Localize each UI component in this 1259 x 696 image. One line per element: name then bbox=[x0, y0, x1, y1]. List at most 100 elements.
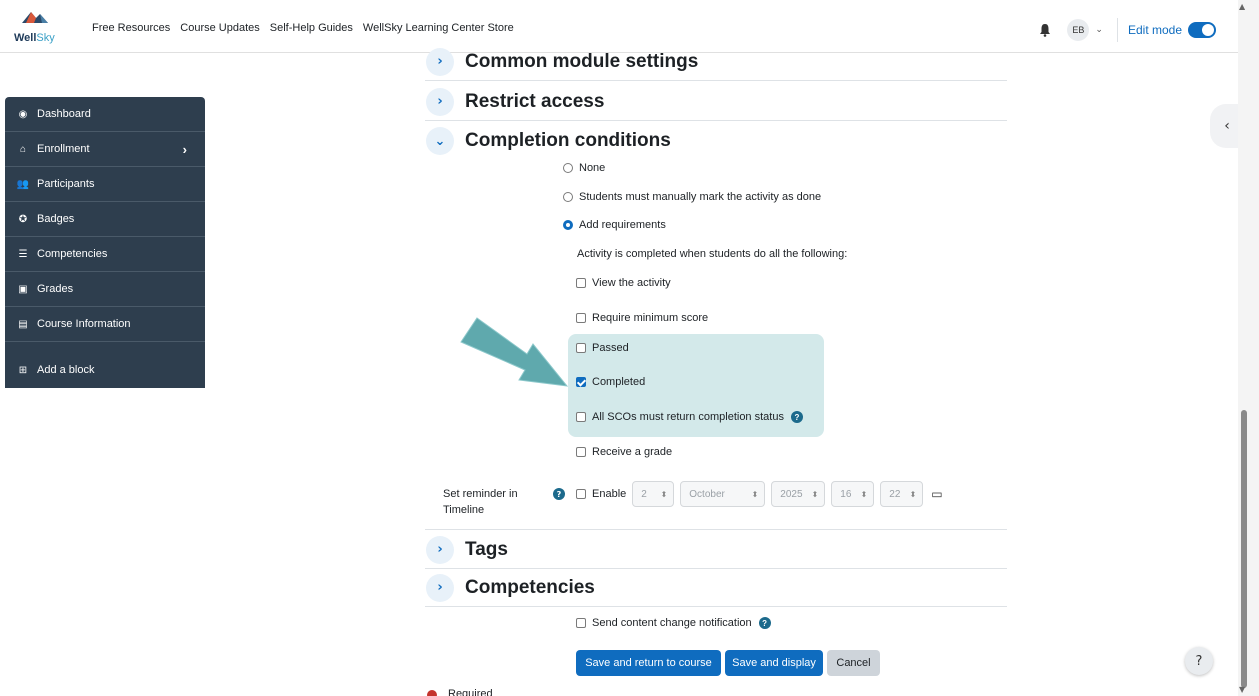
sidebar-item-course-information[interactable]: ▤ Course Information bbox=[5, 307, 205, 342]
calendar-icon[interactable]: ▭ bbox=[931, 487, 942, 501]
help-icon[interactable]: ? bbox=[553, 488, 565, 500]
scrollbar[interactable]: ▲ ▼ bbox=[1238, 0, 1259, 696]
add-block-button[interactable]: ⊞ Add a block bbox=[5, 350, 205, 390]
edit-mode-label: Edit mode bbox=[1127, 23, 1182, 37]
checkbox-passed[interactable]: Passed bbox=[576, 342, 629, 354]
bank-icon: ⌂ bbox=[19, 143, 27, 155]
checkbox[interactable] bbox=[576, 377, 586, 387]
radio-label: Add requirements bbox=[579, 219, 666, 231]
nav-link-store[interactable]: WellSky Learning Center Store bbox=[363, 22, 514, 34]
user-menu-chevron-down-icon[interactable]: ⌄ bbox=[1095, 25, 1103, 35]
checkbox-all-scos[interactable]: All SCOs must return completion status ? bbox=[576, 411, 803, 423]
checkbox-require-min-score[interactable]: Require minimum score bbox=[576, 312, 708, 324]
checkbox[interactable] bbox=[576, 313, 586, 323]
checkbox-view-activity[interactable]: View the activity bbox=[576, 277, 671, 289]
sidebar-item-label: Enrollment bbox=[37, 143, 90, 155]
checkbox[interactable] bbox=[576, 278, 586, 288]
select-arrows-icon: ⬍ bbox=[751, 489, 759, 499]
section-completion-conditions[interactable]: ⌄ Completion conditions bbox=[425, 122, 1007, 160]
edit-mode-toggle[interactable] bbox=[1188, 22, 1216, 38]
add-block-label: Add a block bbox=[37, 364, 95, 376]
help-icon[interactable]: ? bbox=[790, 411, 803, 423]
checkbox[interactable] bbox=[576, 412, 586, 422]
section-restrict-access[interactable]: › Restrict access bbox=[425, 83, 1007, 121]
notification-bell-icon[interactable] bbox=[1037, 22, 1053, 38]
help-fab-button[interactable]: ? bbox=[1185, 647, 1213, 675]
completion-instruction: Activity is completed when students do a… bbox=[577, 248, 847, 260]
checkbox-label: View the activity bbox=[592, 277, 671, 289]
select-arrows-icon: ⬍ bbox=[660, 489, 668, 499]
chevron-right-icon[interactable]: › bbox=[426, 87, 454, 116]
chevron-right-icon[interactable]: › bbox=[426, 573, 454, 602]
checkbox-completed[interactable]: Completed bbox=[576, 376, 645, 388]
checkbox-send-notification[interactable]: Send content change notification ? bbox=[576, 617, 771, 629]
mountain-logo-icon bbox=[22, 12, 48, 23]
section-title: Common module settings bbox=[465, 50, 699, 72]
user-avatar[interactable]: EB bbox=[1067, 19, 1090, 41]
section-tags[interactable]: › Tags bbox=[425, 531, 1007, 569]
nav-divider bbox=[1116, 18, 1118, 42]
radio-label: Students must manually mark the activity… bbox=[579, 191, 822, 203]
section-title: Restrict access bbox=[465, 90, 605, 112]
section-competencies[interactable]: › Competencies bbox=[425, 569, 1007, 607]
chevron-left-icon: ‹ bbox=[1224, 118, 1230, 134]
checkbox-label: Completed bbox=[592, 376, 646, 388]
section-title: Competencies bbox=[465, 576, 595, 598]
sidebar-item-competencies[interactable]: ☰ Competencies bbox=[5, 237, 205, 272]
chevron-down-icon[interactable]: ⌄ bbox=[426, 127, 454, 155]
table-icon: ▤ bbox=[18, 318, 28, 330]
select-arrows-icon: ⬍ bbox=[811, 489, 819, 499]
nav-link-course-updates[interactable]: Course Updates bbox=[180, 22, 260, 34]
sidebar-item-badges[interactable]: ✪ Badges bbox=[5, 202, 205, 237]
month-select[interactable]: October ⬍ bbox=[680, 481, 766, 507]
badge-icon: ✪ bbox=[18, 213, 28, 225]
chevron-right-icon[interactable]: › bbox=[426, 535, 454, 564]
chevron-right-icon[interactable]: › bbox=[183, 142, 187, 157]
checkbox-label: All SCOs must return completion status bbox=[592, 411, 784, 423]
checkbox[interactable] bbox=[576, 343, 586, 353]
enable-label: Enable bbox=[592, 488, 627, 500]
enable-reminder-checkbox[interactable] bbox=[576, 489, 586, 499]
nav-link-free-resources[interactable]: Free Resources bbox=[92, 22, 170, 34]
radio-button[interactable] bbox=[563, 220, 573, 230]
sidebar-item-label: Dashboard bbox=[37, 108, 91, 120]
save-and-return-button[interactable]: Save and return to course bbox=[576, 650, 721, 676]
wellsky-logo[interactable]: WellSky bbox=[14, 9, 62, 47]
save-and-display-button[interactable]: Save and display bbox=[725, 650, 823, 676]
radio-button[interactable] bbox=[563, 163, 573, 173]
radio-add-requirements[interactable]: Add requirements bbox=[563, 219, 666, 231]
scroll-down-icon[interactable]: ▼ bbox=[1239, 685, 1245, 694]
sidebar-item-participants[interactable]: 👥 Participants bbox=[5, 167, 205, 202]
required-icon bbox=[427, 690, 437, 696]
dashboard-icon: ◉ bbox=[18, 108, 28, 120]
radio-button[interactable] bbox=[563, 192, 573, 202]
scroll-up-icon[interactable]: ▲ bbox=[1239, 2, 1245, 11]
checkbox-label: Passed bbox=[592, 342, 629, 354]
scrollbar-thumb[interactable] bbox=[1241, 410, 1247, 688]
minute-select[interactable]: 22 ⬍ bbox=[880, 481, 924, 507]
sidebar-item-label: Participants bbox=[37, 178, 95, 190]
cancel-button[interactable]: Cancel bbox=[827, 650, 880, 676]
checkbox-receive-grade[interactable]: Receive a grade bbox=[576, 446, 672, 458]
sidebar-item-label: Competencies bbox=[37, 248, 108, 260]
sidebar-item-enrollment[interactable]: ⌂ Enrollment › bbox=[5, 132, 205, 167]
radio-none[interactable]: None bbox=[563, 162, 605, 174]
logo-text: WellSky bbox=[14, 32, 55, 44]
select-arrows-icon: ⬍ bbox=[909, 489, 917, 499]
section-common-module-settings[interactable]: › Common module settings bbox=[425, 43, 1007, 81]
day-select[interactable]: 2 ⬍ bbox=[632, 481, 675, 507]
radio-manual[interactable]: Students must manually mark the activity… bbox=[563, 191, 821, 203]
year-select[interactable]: 2025 ⬍ bbox=[771, 481, 826, 507]
chevron-right-icon[interactable]: › bbox=[426, 47, 454, 76]
hour-select[interactable]: 16 ⬍ bbox=[831, 481, 875, 507]
help-icon[interactable]: ? bbox=[758, 617, 771, 629]
list-icon: ☰ bbox=[18, 248, 28, 260]
nav-link-self-help-guides[interactable]: Self-Help Guides bbox=[270, 22, 353, 34]
sidebar-item-label: Badges bbox=[37, 213, 75, 225]
checkbox[interactable] bbox=[576, 618, 586, 628]
plus-square-icon: ⊞ bbox=[18, 364, 28, 376]
checkbox[interactable] bbox=[576, 447, 586, 457]
sidebar-item-dashboard[interactable]: ◉ Dashboard bbox=[5, 97, 205, 132]
sidebar-item-grades[interactable]: ▣ Grades bbox=[5, 272, 205, 307]
checkbox-label: Send content change notification bbox=[592, 617, 752, 629]
